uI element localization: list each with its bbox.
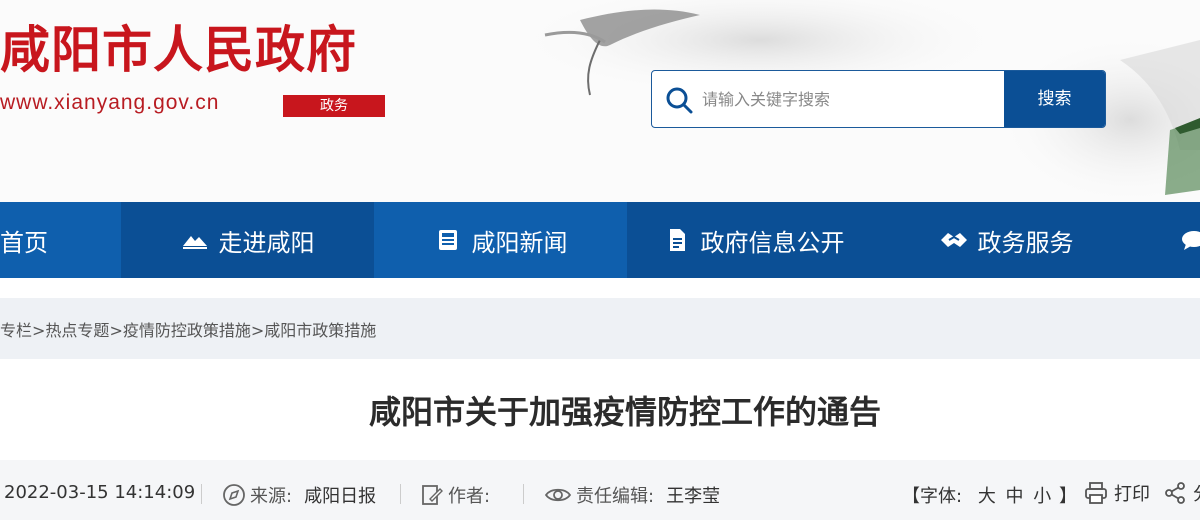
site-header: 咸阳市人民政府 www.xianyang.gov.cn 政务 搜索 xyxy=(0,0,1200,202)
nav-item-label: 政府信息公开 xyxy=(700,228,845,257)
font-size-prefix: 【字体: xyxy=(902,486,963,507)
publish-date: 2022-03-15 14:14:09 xyxy=(4,482,195,503)
divider xyxy=(400,484,401,504)
edit-icon xyxy=(420,483,444,507)
search-button[interactable]: 搜索 xyxy=(1004,71,1105,127)
nav-item-label: 咸阳新闻 xyxy=(471,228,568,257)
nav-item-about[interactable]: 走进咸阳 xyxy=(121,202,374,278)
eye-icon xyxy=(544,483,572,507)
share-button[interactable]: 分 xyxy=(1163,480,1200,506)
search-icon xyxy=(666,87,693,114)
divider xyxy=(201,484,202,504)
publish-date-value: 2022-03-15 14:14:09 xyxy=(4,482,196,503)
breadcrumb-item[interactable]: 专栏 xyxy=(0,321,32,340)
search-input[interactable] xyxy=(702,72,1052,126)
site-url[interactable]: www.xianyang.gov.cn xyxy=(0,91,219,115)
article-author: 作者: xyxy=(420,482,502,508)
breadcrumb-item[interactable]: 咸阳市政策措施 xyxy=(264,321,376,340)
editor-value: 王李莹 xyxy=(666,486,721,507)
news-icon xyxy=(434,228,462,252)
search-box: 搜索 xyxy=(651,70,1106,128)
breadcrumb-separator: > xyxy=(250,321,265,340)
nav-item-services[interactable]: 政务服务 xyxy=(880,202,1133,278)
article-title: 咸阳市关于加强疫情防控工作的通告 xyxy=(368,393,881,431)
printer-icon xyxy=(1085,482,1107,504)
nav-item-label: 走进咸阳 xyxy=(218,228,315,257)
font-size-suffix: 】 xyxy=(1059,486,1078,507)
font-size-large[interactable]: 大 xyxy=(978,486,996,507)
share-icon xyxy=(1165,482,1185,504)
site-title[interactable]: 咸阳市人民政府 xyxy=(0,18,357,82)
breadcrumb-item[interactable]: 疫情防控政策措施 xyxy=(123,321,251,340)
compass-icon xyxy=(222,483,246,507)
nav-item-home[interactable]: 首页 xyxy=(0,202,121,278)
breadcrumb: 专栏>热点专题>疫情防控政策措施>咸阳市政策措施 xyxy=(0,317,376,341)
nav-item-more[interactable] xyxy=(1133,202,1200,278)
site-tag: 政务 xyxy=(283,95,385,117)
breadcrumb-bar: 专栏>热点专题>疫情防控政策措施>咸阳市政策措施 xyxy=(0,298,1200,359)
source-value: 咸阳日报 xyxy=(304,486,377,507)
font-size-medium[interactable]: 中 xyxy=(1006,486,1024,507)
main-nav: 首页 走进咸阳 咸阳新闻 政府信息公开 政务服务 xyxy=(0,202,1200,278)
font-size-small[interactable]: 小 xyxy=(1033,486,1051,507)
nav-item-label: 首页 xyxy=(0,228,48,257)
editor-label: 责任编辑: xyxy=(576,486,655,507)
author-label: 作者: xyxy=(448,486,491,507)
divider xyxy=(523,484,524,504)
chat-icon xyxy=(1180,228,1200,252)
source-label: 来源: xyxy=(250,486,293,507)
nav-item-news[interactable]: 咸阳新闻 xyxy=(374,202,627,278)
share-label: 分 xyxy=(1193,480,1200,506)
article-source: 来源: 咸阳日报 xyxy=(222,482,376,508)
nav-item-label: 政务服务 xyxy=(977,228,1074,257)
mountain-icon xyxy=(181,228,209,252)
print-button[interactable]: 打印 xyxy=(1084,480,1150,506)
article-meta-bar: 2022-03-15 14:14:09 来源: 咸阳日报 作者: 责任编辑: 王… xyxy=(0,460,1200,520)
font-size-control: 【字体: 大 中 小 】 xyxy=(902,482,1077,508)
print-label: 打印 xyxy=(1114,484,1150,505)
article-editor: 责任编辑: 王李莹 xyxy=(544,482,720,508)
breadcrumb-item[interactable]: 热点专题 xyxy=(45,321,109,340)
breadcrumb-separator: > xyxy=(109,321,123,340)
document-icon xyxy=(663,228,691,252)
handshake-icon xyxy=(940,228,968,252)
nav-item-gov-info[interactable]: 政府信息公开 xyxy=(627,202,880,278)
breadcrumb-separator: > xyxy=(32,321,46,340)
